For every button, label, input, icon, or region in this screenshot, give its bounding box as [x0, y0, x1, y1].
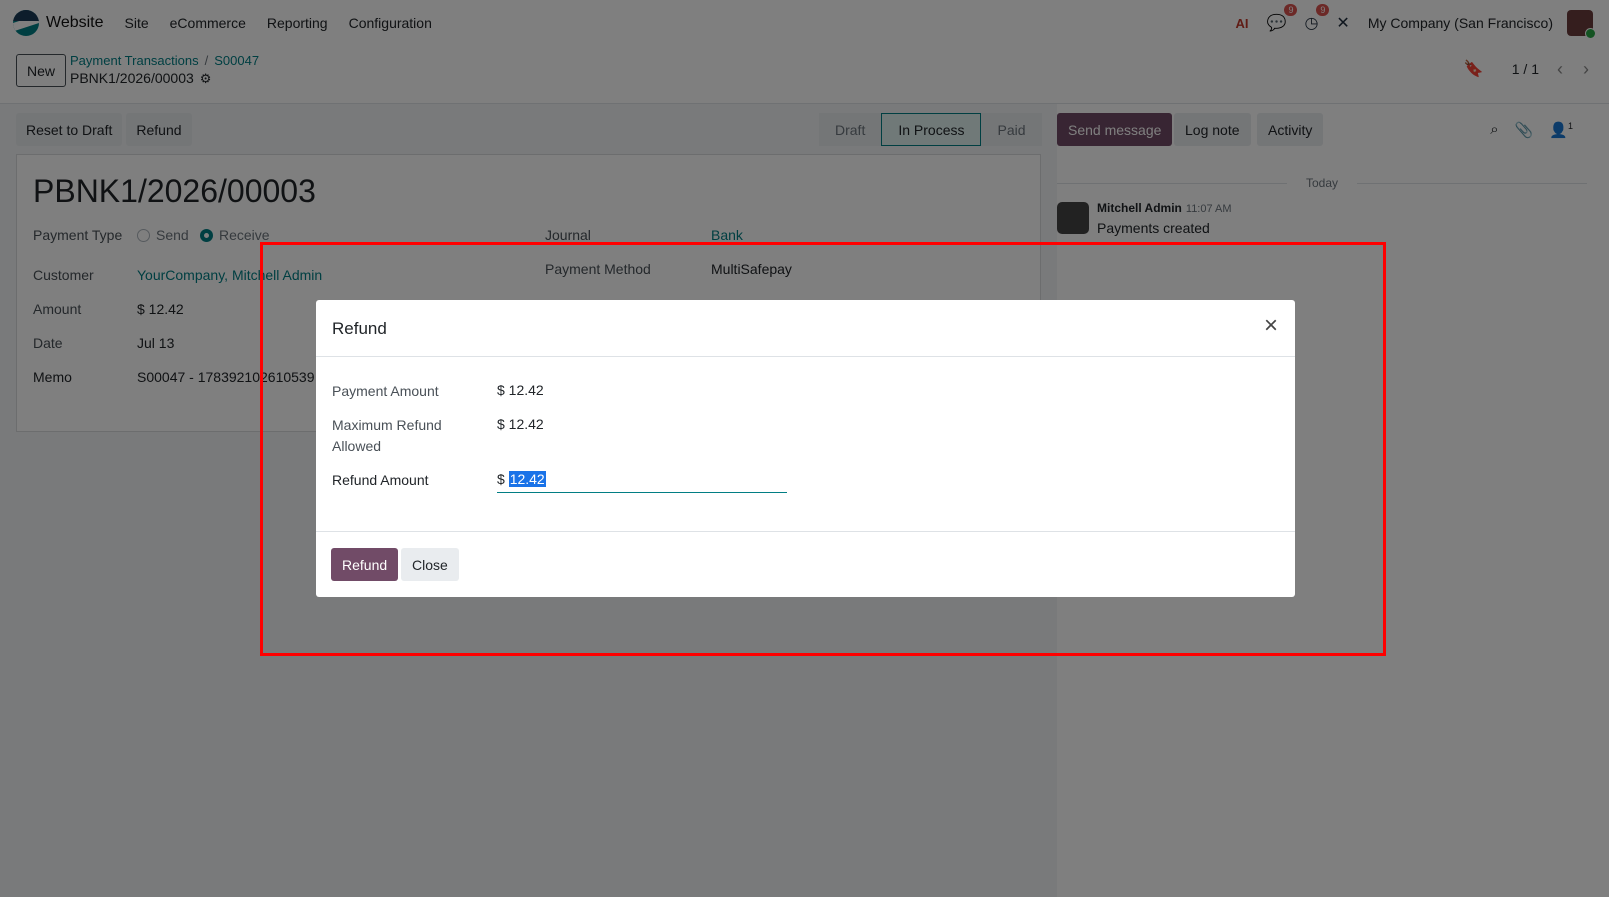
refund-dialog: Refund × Payment Amount $ 12.42 Maximum …: [316, 300, 1295, 597]
refund-button[interactable]: Refund: [331, 548, 399, 581]
close-icon[interactable]: ×: [1259, 314, 1283, 338]
refund-amount-selected-text[interactable]: 12.42: [508, 471, 546, 487]
max-refund-value: $ 12.42: [497, 416, 544, 432]
dialog-body: Payment Amount $ 12.42 Maximum Refund All…: [316, 357, 1295, 532]
max-refund-label-line1: Maximum Refund: [332, 417, 442, 433]
refund-amount-input[interactable]: $ 12.42: [497, 471, 787, 493]
dialog-footer: Refund Close: [316, 532, 1295, 596]
max-refund-label-line2: Allowed: [332, 438, 382, 454]
refund-amount-label: Refund Amount: [332, 472, 429, 488]
currency-symbol: $: [497, 471, 505, 487]
payment-amount-value: $ 12.42: [497, 382, 544, 398]
dialog-header: Refund ×: [316, 300, 1295, 357]
close-button[interactable]: Close: [401, 548, 459, 581]
max-refund-label: Maximum Refund Allowed: [332, 415, 442, 457]
payment-amount-label: Payment Amount: [332, 383, 439, 399]
dialog-title: Refund: [332, 319, 387, 338]
